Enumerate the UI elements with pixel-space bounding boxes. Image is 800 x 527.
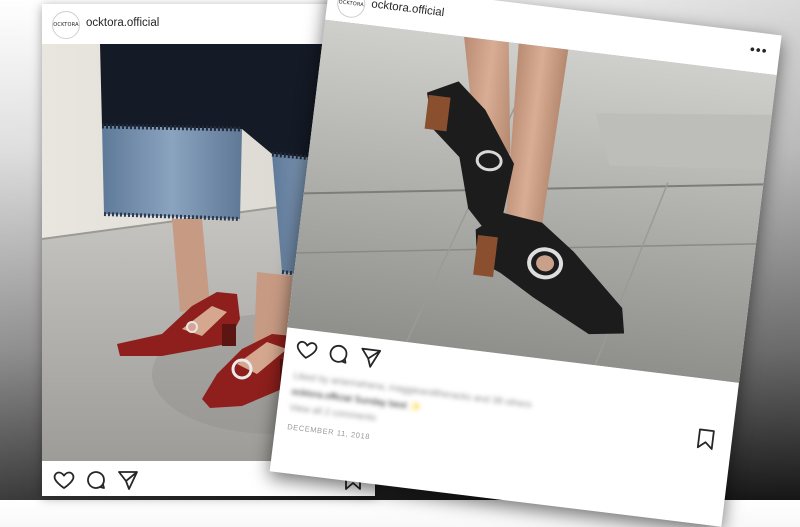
avatar-logo-text: OCKTORA [338, 0, 365, 9]
bookmark-icon[interactable] [692, 426, 719, 453]
post-date: DECEMBER 11, 2018 [286, 422, 371, 442]
profile-avatar[interactable]: OCKTORA [335, 0, 367, 20]
heart-icon[interactable] [52, 468, 76, 492]
share-icon[interactable] [116, 468, 140, 492]
photo-black-shoes [287, 19, 777, 383]
share-icon[interactable] [357, 344, 384, 371]
profile-avatar[interactable]: OCKTORA [52, 11, 80, 39]
instagram-post-right: OCKTORA ocktora.official ••• Liked by ar… [269, 0, 782, 527]
username-link[interactable]: ocktora.official [86, 17, 159, 29]
heart-icon[interactable] [293, 337, 320, 364]
comment-icon[interactable] [325, 340, 352, 367]
username-link[interactable]: ocktora.official [371, 0, 445, 19]
post-photo [287, 19, 777, 383]
avatar-logo-text: OCKTORA [53, 22, 79, 28]
more-options-icon[interactable]: ••• [749, 41, 769, 59]
comment-icon[interactable] [84, 468, 108, 492]
